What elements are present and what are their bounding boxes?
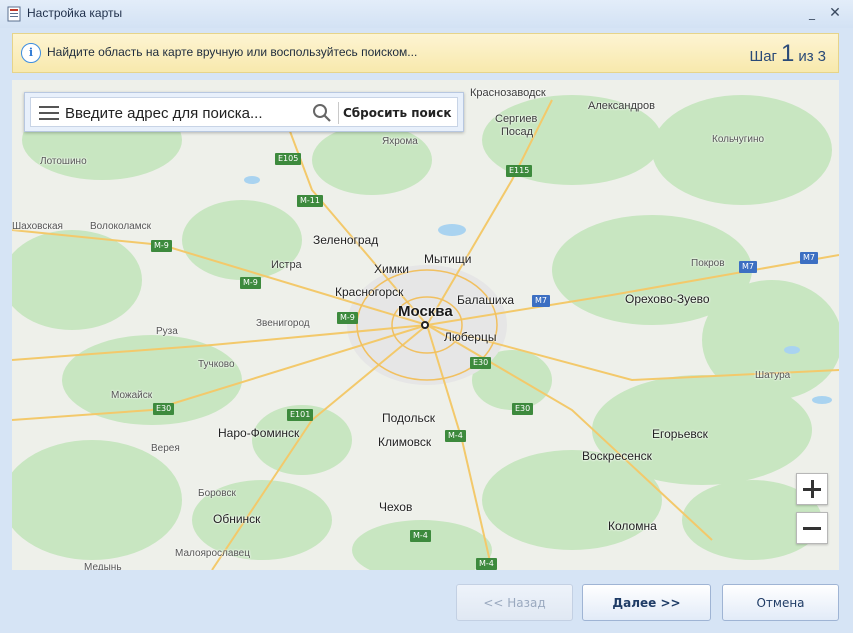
step-sep: из (798, 48, 814, 65)
capital-label: Москва (398, 303, 453, 320)
cancel-button[interactable]: Отмена (722, 584, 839, 621)
city-label: Можайск (111, 390, 153, 401)
city-label: Подольск (382, 411, 435, 425)
city-label: Верея (151, 443, 180, 454)
city-label: Шаховская (12, 221, 63, 232)
city-label: Сергиев (495, 113, 538, 125)
city-label: Воскресенск (582, 449, 652, 463)
minimize-button[interactable]: _ (803, 4, 821, 22)
city-label: Волоколамск (90, 221, 151, 232)
step-prefix: Шаг (749, 48, 778, 65)
search-input[interactable] (65, 102, 301, 124)
window-title: Настройка карты (27, 6, 123, 20)
step-total: 3 (817, 48, 826, 65)
road-shield: M-9 (240, 277, 261, 289)
search-panel: Сбросить поиск (24, 92, 464, 132)
road-shield: M-11 (297, 195, 323, 207)
city-label: Звенигород (256, 318, 310, 329)
close-button[interactable]: ✕ (826, 4, 844, 22)
city-label: Медынь (84, 562, 122, 570)
search-divider (338, 102, 339, 124)
city-label: Чехов (379, 500, 413, 514)
city-label: Кольчугино (712, 134, 765, 145)
city-label: Обнинск (213, 512, 261, 526)
back-button[interactable]: << Назад (456, 584, 573, 621)
info-banner: i Найдите область на карте вручную или в… (12, 33, 839, 73)
step-current: 1 (781, 40, 795, 67)
road-shield: M7 (532, 295, 550, 307)
capital-marker (421, 321, 429, 329)
info-icon: i (21, 43, 41, 63)
city-label: Люберцы (444, 330, 497, 344)
city-label: Егорьевск (652, 427, 708, 441)
road-shield: E105 (275, 153, 302, 165)
city-label: Наро-Фоминск (218, 426, 300, 440)
title-bar: Настройка карты _ ✕ (0, 0, 853, 28)
menu-icon[interactable] (39, 106, 59, 120)
city-label: Яхрома (382, 136, 418, 147)
search-icon[interactable] (312, 103, 332, 123)
city-label: Лотошино (40, 156, 87, 167)
city-label: Посад (501, 126, 534, 138)
road-shield: E30 (153, 403, 175, 415)
road-shield: M7 (739, 261, 757, 273)
road-shield: M-9 (337, 312, 358, 324)
step-indicator: Шаг 1 из 3 (749, 40, 826, 68)
road-shield: M7 (800, 252, 818, 264)
road-shield: E115 (506, 165, 533, 177)
map-view[interactable]: Краснозаводск Александров Сергиев Посад … (12, 80, 839, 570)
city-label: Краснозаводск (470, 87, 546, 99)
city-label: Химки (374, 262, 409, 276)
city-label: Тучково (198, 359, 235, 370)
city-label: Коломна (608, 519, 657, 533)
reset-search-button[interactable]: Сбросить поиск (343, 104, 451, 122)
city-label: Покров (691, 258, 725, 269)
city-label: Шатура (755, 370, 791, 381)
search-box: Сбросить поиск (30, 97, 458, 127)
road-shield: E101 (287, 409, 314, 421)
city-label: Мытищи (424, 252, 472, 266)
city-label: Красногорск (335, 285, 404, 299)
road-shield: E30 (512, 403, 534, 415)
city-label: Орехово-Зуево (625, 292, 710, 306)
banner-text: Найдите область на карте вручную или вос… (47, 45, 418, 59)
next-button[interactable]: Далее >> (582, 584, 711, 621)
app-icon (7, 6, 21, 22)
road-shield: M-4 (410, 530, 431, 542)
road-shield: M-9 (151, 240, 172, 252)
road-shield: E30 (470, 357, 492, 369)
zoom-in-button[interactable] (796, 473, 828, 505)
city-label: Александров (588, 100, 655, 112)
city-label: Боровск (198, 488, 236, 499)
road-shield: M-4 (445, 430, 466, 442)
city-label: Климовск (378, 435, 432, 449)
road-shield: M-4 (476, 558, 497, 570)
zoom-out-button[interactable] (796, 512, 828, 544)
city-label: Руза (156, 326, 178, 337)
city-label: Зеленоград (313, 233, 379, 247)
city-label: Малоярославец (175, 548, 250, 559)
city-label: Балашиха (457, 293, 515, 307)
city-label: Истра (271, 259, 302, 271)
